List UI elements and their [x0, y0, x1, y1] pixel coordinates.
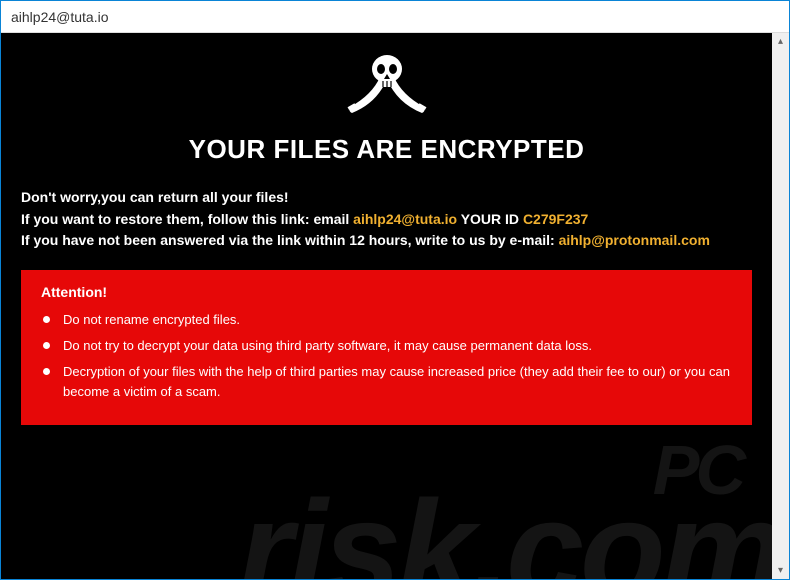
watermark-bottom: risk.com — [238, 471, 772, 579]
watermark-top: PC — [238, 441, 742, 501]
warning-box: Attention! Do not rename encrypted files… — [21, 270, 752, 425]
warning-list: Do not rename encrypted files. Do not tr… — [41, 310, 732, 403]
content-wrap: YOUR FILES ARE ENCRYPTED Don't worry,you… — [1, 33, 789, 579]
email-label: email — [313, 211, 353, 227]
victim-id: C279F237 — [523, 211, 588, 227]
ransom-note: YOUR FILES ARE ENCRYPTED Don't worry,you… — [1, 33, 772, 579]
contact-email-secondary: aihlp@protonmail.com — [559, 232, 710, 248]
msg-line-2: If you want to restore them, follow this… — [21, 209, 752, 231]
contact-email-primary: aihlp24@tuta.io — [353, 211, 457, 227]
msg-line-1: Don't worry,you can return all your file… — [21, 187, 752, 209]
window-title: aihlp24@tuta.io — [11, 9, 109, 25]
skull-swords-icon — [342, 51, 432, 121]
yourid-label: YOUR ID — [457, 211, 523, 227]
warning-title: Attention! — [41, 284, 732, 300]
titlebar[interactable]: aihlp24@tuta.io — [1, 1, 789, 33]
app-window: aihlp24@tuta.io — [0, 0, 790, 580]
scroll-up-arrow-icon[interactable]: ▴ — [772, 33, 789, 50]
warning-item: Decryption of your files with the help o… — [63, 362, 732, 402]
watermark: PC risk.com — [238, 441, 772, 580]
main-heading: YOUR FILES ARE ENCRYPTED — [21, 134, 752, 165]
msg-line-2-pre: If you want to restore them, follow this… — [21, 211, 313, 227]
msg-line-3: If you have not been answered via the li… — [21, 230, 752, 252]
msg-line-3-pre: If you have not been answered via the li… — [21, 232, 559, 248]
scroll-down-arrow-icon[interactable]: ▾ — [772, 562, 789, 579]
pirate-logo — [21, 51, 752, 126]
vertical-scrollbar[interactable]: ▴ ▾ — [772, 33, 789, 579]
warning-item: Do not rename encrypted files. — [63, 310, 732, 330]
message-block: Don't worry,you can return all your file… — [21, 187, 752, 252]
warning-item: Do not try to decrypt your data using th… — [63, 336, 732, 356]
